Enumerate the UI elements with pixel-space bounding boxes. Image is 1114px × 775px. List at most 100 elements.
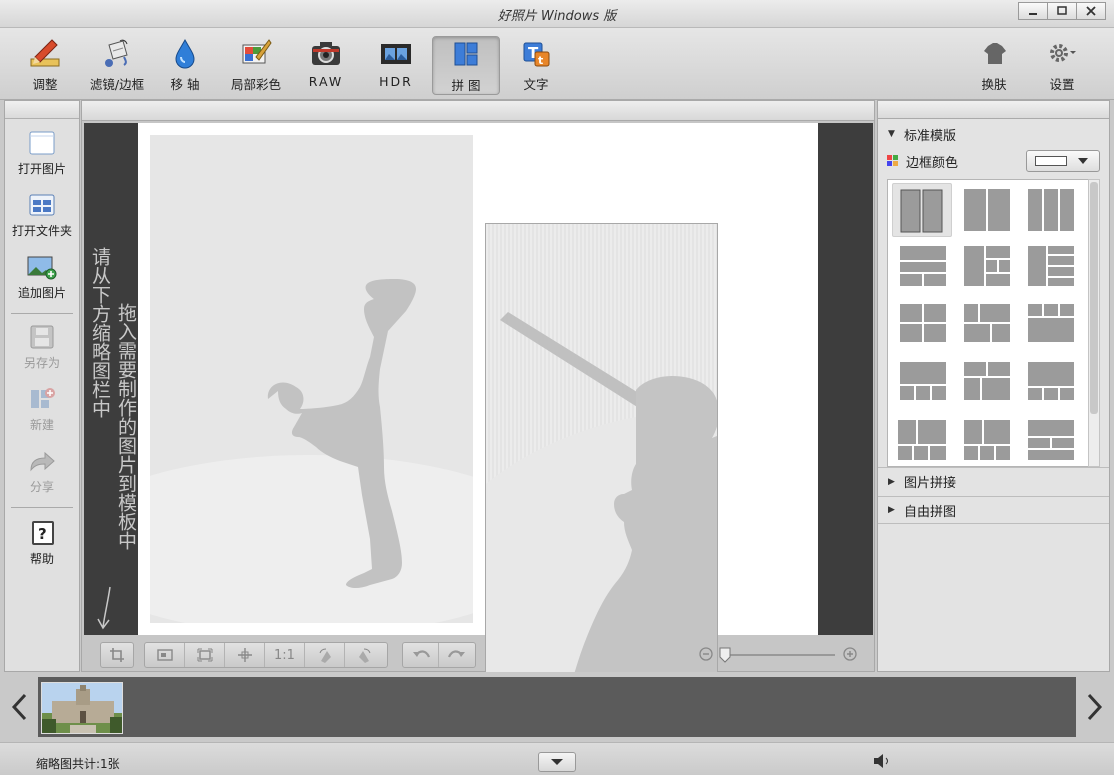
standard-templates-section[interactable]: ▼ 标准模版: [878, 120, 1109, 148]
tool-raw[interactable]: RAW: [298, 36, 354, 96]
camera-icon: [312, 42, 340, 65]
add-image-icon: [27, 256, 57, 280]
image-fit-icon: [156, 649, 173, 661]
move-icon: [237, 648, 252, 662]
title-bar: 好照片 Windows 版: [0, 0, 1114, 28]
collapsed-triangle-icon-2: ▶: [888, 505, 895, 515]
thumbnail-strip: [0, 672, 1114, 742]
minimize-icon: [1029, 13, 1037, 15]
editor-area: 请从下方缩略图栏中 拖入需要制作的图片到模板中 1:1: [81, 100, 875, 775]
zoom-slider-track[interactable]: [723, 654, 835, 656]
strip-prev-button[interactable]: [4, 682, 34, 732]
template-1top-3bottom[interactable]: [892, 356, 952, 410]
template-mosaic-c[interactable]: [892, 414, 952, 466]
template-mosaic-e[interactable]: [1022, 414, 1082, 466]
actual-size-button[interactable]: 1:1: [265, 643, 305, 667]
close-button[interactable]: [1076, 2, 1106, 20]
drag-hint-line1: 请从下方缩略图栏中: [89, 247, 111, 418]
tool-filter-border[interactable]: 滤镜/边框: [84, 36, 150, 96]
template-mosaic-d[interactable]: [958, 414, 1018, 466]
skin-button[interactable]: 换肤: [968, 36, 1020, 96]
template-mosaic-a[interactable]: [958, 356, 1018, 410]
template-4grid[interactable]: [892, 298, 952, 352]
share-label: 分享: [29, 480, 54, 494]
zoom-in-icon[interactable]: [843, 647, 859, 663]
free-collage-label: 自由拼图: [904, 504, 957, 520]
tool-raw-label: RAW: [308, 74, 344, 89]
crop-icon: [110, 648, 124, 662]
redo-icon: [448, 650, 465, 658]
history-group: [402, 642, 476, 668]
zoom-slider-thumb[interactable]: [719, 647, 731, 663]
free-collage-section[interactable]: ▶ 自由拼图: [878, 496, 1109, 524]
template-mosaic-b[interactable]: [1022, 356, 1082, 410]
move-button[interactable]: [225, 643, 265, 667]
layout-left-big-4right-icon: [1028, 246, 1074, 286]
template-4grid-offset[interactable]: [958, 298, 1018, 352]
left-divider-2: [11, 507, 73, 508]
new-button[interactable]: 新建: [5, 385, 79, 433]
right-panel-header: [878, 101, 1109, 119]
collage-slot-1[interactable]: [150, 135, 473, 623]
layout-1top-3bottom-icon: [900, 362, 946, 400]
rotate-left-icon: [319, 648, 331, 663]
chevron-left-icon: [11, 693, 27, 721]
zoom-control: [699, 645, 859, 665]
redo-button[interactable]: [439, 643, 475, 667]
template-3col[interactable]: [1022, 183, 1082, 237]
layout-4grid-offset-icon: [964, 304, 1010, 342]
toggle-strip-button[interactable]: [538, 752, 576, 772]
floppy-icon: [30, 325, 54, 349]
border-color-picker[interactable]: [1026, 150, 1100, 172]
right-panel: ▼ 标准模版 边框颜色 ▶ 图片拼接 ▶ 自由拼图: [877, 100, 1110, 672]
template-grid: [887, 179, 1090, 467]
layout-mosaic-d-icon: [964, 420, 1010, 460]
crop-button[interactable]: [101, 643, 133, 667]
template-left-big-4right[interactable]: [1022, 240, 1082, 294]
border-color-swatch: [1035, 156, 1067, 166]
help-button[interactable]: ? 帮助: [5, 519, 79, 567]
skin-label: 换肤: [981, 77, 1007, 92]
template-scrollbar[interactable]: [1088, 179, 1100, 467]
tool-text[interactable]: Tt 文字: [508, 36, 564, 96]
maximize-button[interactable]: [1047, 2, 1077, 20]
fit-image-button[interactable]: [145, 643, 185, 667]
layout-3col-icon: [1028, 189, 1074, 231]
template-2col[interactable]: [892, 183, 952, 237]
rotate-right-button[interactable]: [345, 643, 385, 667]
save-as-label: 另存为: [23, 356, 60, 370]
paint-bucket-icon: [105, 39, 128, 67]
zoom-out-icon[interactable]: [699, 647, 715, 663]
window-title: 好照片 Windows 版: [497, 9, 617, 24]
fit-window-button[interactable]: [185, 643, 225, 667]
tool-adjust[interactable]: 调整: [12, 36, 78, 96]
tool-collage[interactable]: 拼 图: [432, 36, 500, 95]
tool-local-color[interactable]: 局部彩色: [224, 36, 288, 96]
template-2col-wide[interactable]: [958, 183, 1018, 237]
add-image-button[interactable]: 追加图片: [5, 253, 79, 301]
template-3top-1bottom[interactable]: [1022, 298, 1082, 352]
text-icon: Tt: [523, 42, 550, 67]
image-stitch-label: 图片拼接: [904, 476, 957, 491]
minimize-button[interactable]: [1018, 2, 1048, 20]
settings-button[interactable]: 设置: [1036, 36, 1088, 96]
new-label: 新建: [29, 418, 54, 432]
image-stitch-section[interactable]: ▶ 图片拼接: [878, 467, 1109, 495]
undo-button[interactable]: [403, 643, 439, 667]
rotate-left-button[interactable]: [305, 643, 345, 667]
template-1top-2bottom[interactable]: [892, 240, 952, 294]
speaker-icon[interactable]: [872, 753, 892, 769]
template-grid-mixed[interactable]: [958, 240, 1018, 294]
collapsed-triangle-icon: ▶: [888, 476, 895, 487]
tool-tilt-shift[interactable]: 移 轴: [156, 36, 214, 96]
template-scrollbar-thumb[interactable]: [1090, 182, 1098, 414]
standard-templates-label: 标准模版: [904, 128, 957, 144]
strip-next-button[interactable]: [1080, 682, 1110, 732]
save-as-button[interactable]: 另存为: [5, 323, 79, 371]
share-button[interactable]: 分享: [5, 447, 79, 495]
open-image-button[interactable]: 打开图片: [5, 129, 79, 177]
undo-icon: [412, 650, 430, 658]
tool-hdr[interactable]: HDR: [368, 36, 424, 96]
open-folder-button[interactable]: 打开文件夹: [5, 191, 79, 239]
thumbnail-item[interactable]: [41, 682, 123, 734]
